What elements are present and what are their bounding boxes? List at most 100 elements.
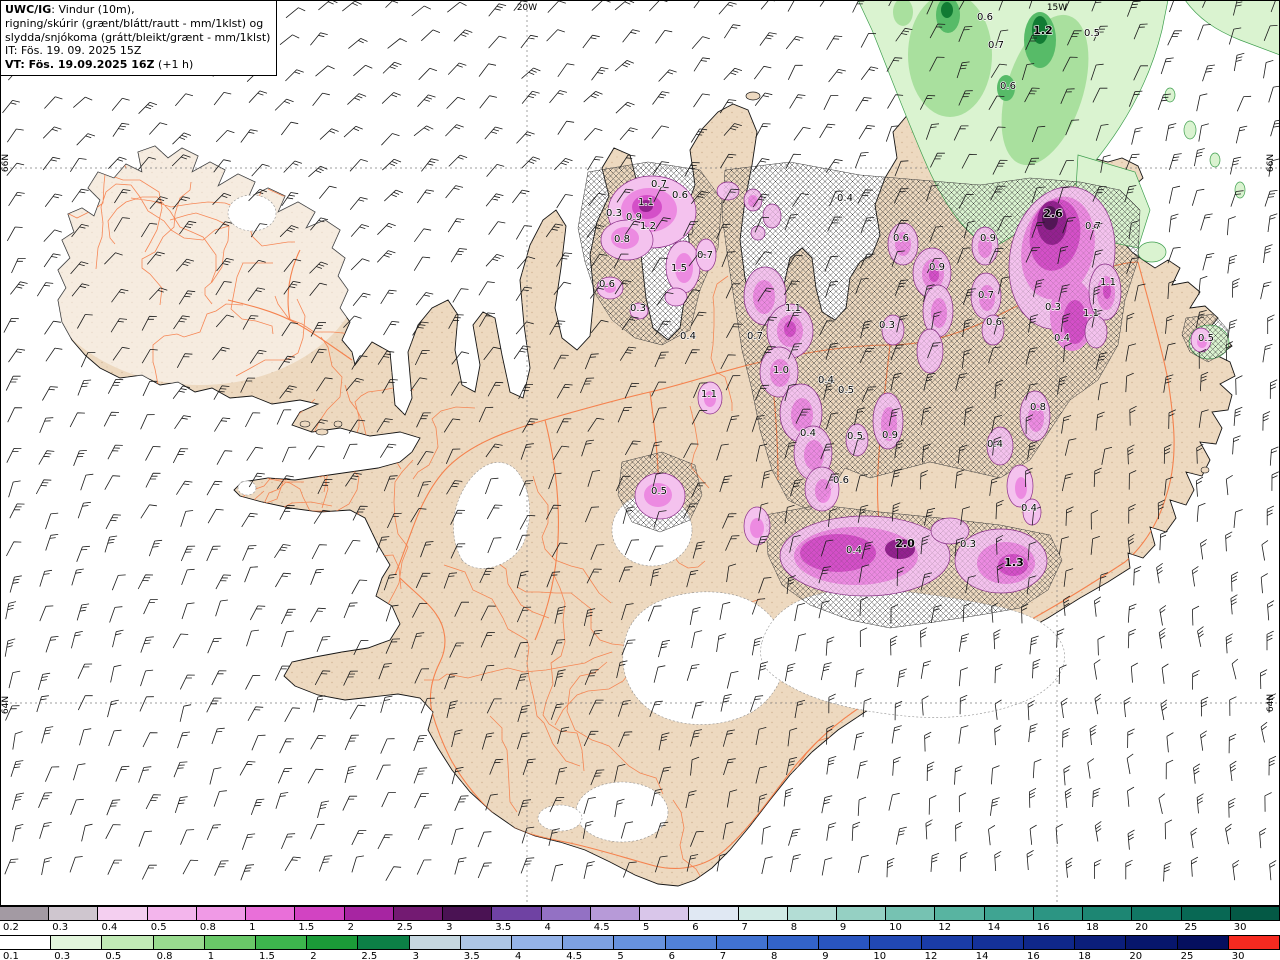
legend-tick-label: 0.5 (105, 951, 122, 960)
legend-cell (512, 936, 564, 949)
svg-text:66N: 66N (1, 154, 11, 172)
legend-cell (689, 907, 739, 920)
legend-tick-label: 25 (1180, 951, 1194, 960)
legend-tick-label: 6 (692, 922, 699, 933)
precip-value-label: 0.7 (988, 40, 1004, 51)
legend-cell (0, 907, 50, 920)
legend-tick-label: 25 (1184, 922, 1198, 933)
legend-cell (1075, 936, 1127, 949)
legend-tick-label: 18 (1086, 922, 1099, 933)
precip-value-label: 1.1 (1100, 277, 1116, 288)
legend-cell (344, 907, 394, 920)
legend-cell (246, 907, 296, 920)
precip-value-label: 1.2 (1033, 24, 1053, 37)
precip-value-label: 0.8 (1030, 402, 1046, 413)
precip-value-label: 1.3 (1004, 556, 1024, 569)
legend-tick-label: 14 (987, 922, 1001, 933)
precip-value-label: 0.6 (977, 12, 993, 23)
legend-tick-label: 20 (1129, 951, 1143, 960)
precip-value-label: 0.4 (846, 545, 862, 556)
glacier-drangajokull (227, 194, 277, 232)
legend-cell (768, 936, 820, 949)
legend-cell (98, 907, 148, 920)
legend-cell (738, 907, 788, 920)
legend-cell (1024, 936, 1076, 949)
legend-tick-label: 16 (1036, 922, 1050, 933)
legend-tick-label: 3 (412, 951, 419, 960)
legend-tick-label: 1 (207, 951, 215, 960)
precip-value-label: 1.1 (701, 389, 717, 400)
precip-value-label: 0.7 (747, 331, 763, 342)
legend-tick-label: 5 (643, 922, 650, 933)
legend-cell (836, 907, 887, 920)
legend-cell (935, 907, 985, 920)
legend-tick-label: 6 (668, 951, 675, 960)
legend-tick-label: 1.5 (259, 951, 275, 960)
precip-value-label: 1.1 (785, 303, 801, 314)
legend: 0.2 0.3 0.4 0.5 0.8 1 1.5 2 2.5 3 3.5 4 4.5 5 6 7 8 9 10 12… (0, 906, 1280, 960)
svg-text:64N: 64N (1, 696, 11, 714)
legend-tick-label: 4 (544, 922, 551, 933)
title-line: rigning/skúrir (grænt/blátt/rautt - mm/1… (5, 16, 264, 30)
precip-value-label: 0.3 (879, 320, 895, 331)
precip-value-label: 0.6 (1000, 81, 1016, 92)
legend-cell (49, 907, 99, 920)
legend-tick-label: 0.8 (156, 951, 173, 960)
legend-tick-label: 4.5 (566, 951, 583, 960)
precip-value-label: 0.6 (599, 279, 615, 290)
precip-value-label: 0.7 (1085, 221, 1101, 232)
precip-value-label: 0.3 (1045, 302, 1061, 313)
legend-tick-label: 3.5 (463, 951, 480, 960)
legend-tick-label: 0.8 (199, 922, 216, 933)
legend-tick-label: 0.5 (150, 922, 167, 933)
sleet-snow-colorbar (0, 906, 1280, 921)
precip-value-label: 0.4 (800, 428, 816, 439)
precip-value-label: 0.6 (893, 233, 909, 244)
island (745, 91, 761, 101)
legend-cell (409, 936, 461, 949)
legend-cell (1083, 907, 1133, 920)
legend-tick-label: 5 (617, 951, 624, 960)
legend-cell (716, 936, 769, 949)
legend-cell (393, 907, 444, 920)
svg-text:64N: 64N (1266, 694, 1276, 712)
legend-tick-label: 0.4 (101, 922, 118, 933)
svg-text:15W: 15W (1047, 3, 1067, 13)
legend-tick-label: 9 (822, 951, 829, 960)
precip-value-label: 0.7 (978, 290, 994, 301)
legend-cell (204, 936, 257, 949)
legend-tick-label: 8 (790, 922, 798, 933)
glacier-snaefellsjokull (237, 480, 257, 496)
legend-tick-label: 2 (347, 922, 354, 933)
legend-cell (870, 936, 922, 949)
iceland-weather-map: 0.6 0.7 1.2 0.5 0.6 0.7 0.6 1.1 0.3 0.9 1.2 0.8 0.7 1… (0, 0, 1280, 906)
legend-cell (1033, 907, 1084, 920)
precip-value-label: 0.3 (606, 208, 622, 219)
rain-colorbar (0, 935, 1280, 950)
precip-value-label: 1.1 (1083, 308, 1099, 319)
rain-colorbar-labels: 0.1 0.3 0.5 0.8 1 1.5 2 2.5 3 3.5 4 4.5 5 6 7 8 9 10 12 14 1… (0, 950, 1280, 960)
legend-tick-label: 2.5 (361, 951, 378, 960)
precip-value-label: 1.1 (638, 197, 654, 208)
precip-value-label: 0.7 (697, 250, 713, 261)
title-line: UWC/IG: Vindur (10m), (5, 3, 135, 16)
legend-tick-label: 10 (873, 951, 887, 960)
legend-cell (972, 936, 1025, 949)
island (299, 420, 311, 428)
precip-value-label: 0.7 (651, 179, 667, 190)
svg-text:66N: 66N (1266, 154, 1276, 172)
legend-cell (460, 936, 513, 949)
svg-text:20W: 20W (517, 3, 537, 13)
weather-map-screen: 0.6 0.7 1.2 0.5 0.6 0.7 0.6 1.1 0.3 0.9 1.2 0.8 0.7 1… (0, 0, 1280, 960)
legend-tick-label: 4.5 (593, 922, 610, 933)
legend-cell (1228, 936, 1280, 949)
legend-tick-label: 18 (1078, 951, 1091, 960)
legend-tick-label: 4 (515, 951, 522, 960)
precip-value-label: 0.5 (847, 431, 863, 442)
legend-cell (1126, 936, 1178, 949)
title-line: IT: Fös. 19. 09. 2025 15Z (5, 44, 142, 58)
legend-cell (443, 907, 493, 920)
legend-cell (1181, 907, 1231, 920)
legend-cell (147, 907, 197, 920)
legend-cell (984, 907, 1034, 920)
